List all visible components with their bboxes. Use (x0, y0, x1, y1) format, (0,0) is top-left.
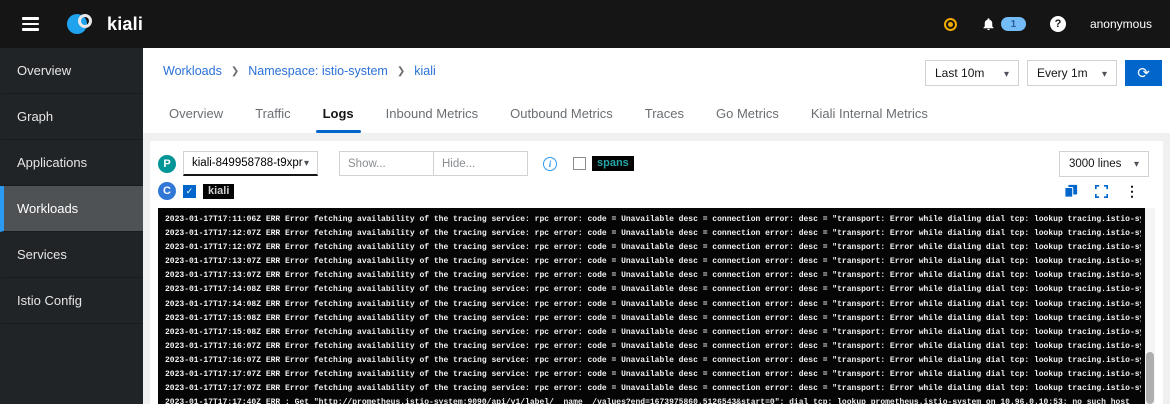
log-line: 2023-01-17T17:13:07Z ERR Error fetching … (165, 257, 1141, 267)
tab-overview[interactable]: Overview (153, 97, 239, 133)
log-viewer[interactable]: 2023-01-17T17:11:06Z ERR Error fetching … (158, 208, 1155, 404)
log-line: 2023-01-17T17:15:08Z ERR Error fetching … (165, 327, 1141, 337)
log-line: 2023-01-17T17:14:08Z ERR Error fetching … (165, 285, 1141, 295)
breadcrumb-workloads[interactable]: Workloads (163, 64, 222, 78)
log-scrollbar-thumb[interactable] (1146, 352, 1154, 404)
spans-checkbox[interactable] (573, 157, 586, 170)
show-log-filter-input[interactable] (339, 151, 434, 176)
masthead: kiali 1 ? anonymous (0, 0, 1170, 48)
log-scrollbar[interactable] (1145, 208, 1155, 404)
tab-inbound-metrics[interactable]: Inbound Metrics (370, 97, 495, 133)
pod-badge-icon: P (158, 154, 176, 173)
log-line: 2023-01-17T17:16:07Z ERR Error fetching … (165, 355, 1141, 365)
breadcrumb-namespace[interactable]: Namespace: istio-system (248, 64, 388, 78)
container-checkbox[interactable] (183, 184, 196, 198)
sidebar: Overview Graph Applications Workloads Se… (0, 48, 143, 404)
container-label[interactable]: kiali (203, 183, 235, 199)
page-header: Workloads ❯ Namespace: istio-system ❯ ki… (143, 48, 1170, 133)
brand[interactable]: kiali (67, 12, 143, 36)
refresh-icon: ⟳ (1137, 65, 1150, 82)
tab-logs[interactable]: Logs (307, 97, 370, 133)
container-row: C kiali ⋮ (158, 178, 1155, 204)
log-line: 2023-01-17T17:17:40Z ERR : Get "http://p… (165, 398, 1130, 404)
kebab-menu-icon[interactable]: ⋮ (1125, 183, 1139, 200)
help-icon[interactable]: ? (1049, 16, 1066, 32)
log-line: 2023-01-17T17:13:07Z ERR Error fetching … (165, 271, 1141, 281)
username[interactable]: anonymous (1090, 17, 1152, 31)
chevron-right-icon: ❯ (230, 65, 240, 77)
pod-select[interactable]: kiali-849958788-t9xpr (183, 151, 318, 176)
tab-go-metrics[interactable]: Go Metrics (700, 97, 795, 133)
main-content: Workloads ❯ Namespace: istio-system ❯ ki… (143, 48, 1170, 404)
caret-down-icon (1134, 158, 1139, 170)
log-line: 2023-01-17T17:16:07Z ERR Error fetching … (165, 341, 1141, 351)
copy-icon[interactable] (1064, 184, 1078, 198)
log-line: 2023-01-17T17:12:07Z ERR Error fetching … (165, 229, 1141, 239)
sidebar-item-graph[interactable]: Graph (0, 94, 143, 140)
kiali-logo-icon (67, 12, 100, 36)
breadcrumb-workload-name[interactable]: kiali (414, 64, 436, 78)
lines-select[interactable]: 3000 lines (1059, 150, 1149, 177)
log-line: 2023-01-17T17:12:07Z ERR Error fetching … (165, 243, 1141, 253)
sidebar-item-workloads[interactable]: Workloads (0, 186, 143, 232)
tab-outbound-metrics[interactable]: Outbound Metrics (494, 97, 629, 133)
refresh-interval-select[interactable]: Every 1m (1027, 60, 1117, 86)
tabs: Overview Traffic Logs Inbound Metrics Ou… (143, 97, 1170, 133)
tab-traffic[interactable]: Traffic (239, 97, 306, 133)
sidebar-item-istio-config[interactable]: Istio Config (0, 278, 143, 324)
breadcrumb: Workloads ❯ Namespace: istio-system ❯ ki… (163, 60, 436, 78)
bell-icon[interactable] (981, 17, 996, 32)
tab-kiali-internal-metrics[interactable]: Kiali Internal Metrics (795, 97, 944, 133)
log-line: 2023-01-17T17:11:06Z ERR Error fetching … (165, 215, 1141, 224)
container-badge-icon: C (158, 182, 176, 200)
expand-icon[interactable] (1095, 184, 1108, 198)
log-line: 2023-01-17T17:17:07Z ERR Error fetching … (165, 370, 1141, 380)
log-controls: P kiali-849958788-t9xpr spans 3000 lines (158, 150, 1155, 177)
log-line: 2023-01-17T17:17:07Z ERR Error fetching … (165, 384, 1141, 394)
refresh-button[interactable]: ⟳ (1125, 60, 1162, 86)
log-line: 2023-01-17T17:14:08Z ERR Error fetching … (165, 299, 1141, 309)
caret-down-icon (304, 157, 309, 169)
caret-down-icon (1004, 66, 1009, 80)
spans-label[interactable]: spans (592, 156, 634, 171)
tab-traces[interactable]: Traces (629, 97, 700, 133)
sidebar-item-services[interactable]: Services (0, 232, 143, 278)
caret-down-icon (1102, 66, 1107, 80)
notification-badge[interactable]: 1 (1000, 17, 1026, 31)
mesh-status-icon[interactable] (943, 17, 957, 31)
logs-card: P kiali-849958788-t9xpr spans 3000 lines… (150, 141, 1163, 404)
sidebar-item-overview[interactable]: Overview (0, 48, 143, 94)
chevron-right-icon: ❯ (396, 65, 406, 77)
log-line: 2023-01-17T17:15:08Z ERR Error fetching … (165, 313, 1141, 323)
menu-toggle-icon[interactable] (18, 13, 43, 35)
sidebar-item-applications[interactable]: Applications (0, 140, 143, 186)
info-icon[interactable] (543, 156, 557, 171)
hide-log-filter-input[interactable] (433, 151, 528, 176)
time-toolbar: Last 10m Every 1m ⟳ (925, 60, 1162, 86)
brand-name: kiali (107, 13, 144, 34)
duration-select[interactable]: Last 10m (925, 60, 1019, 86)
